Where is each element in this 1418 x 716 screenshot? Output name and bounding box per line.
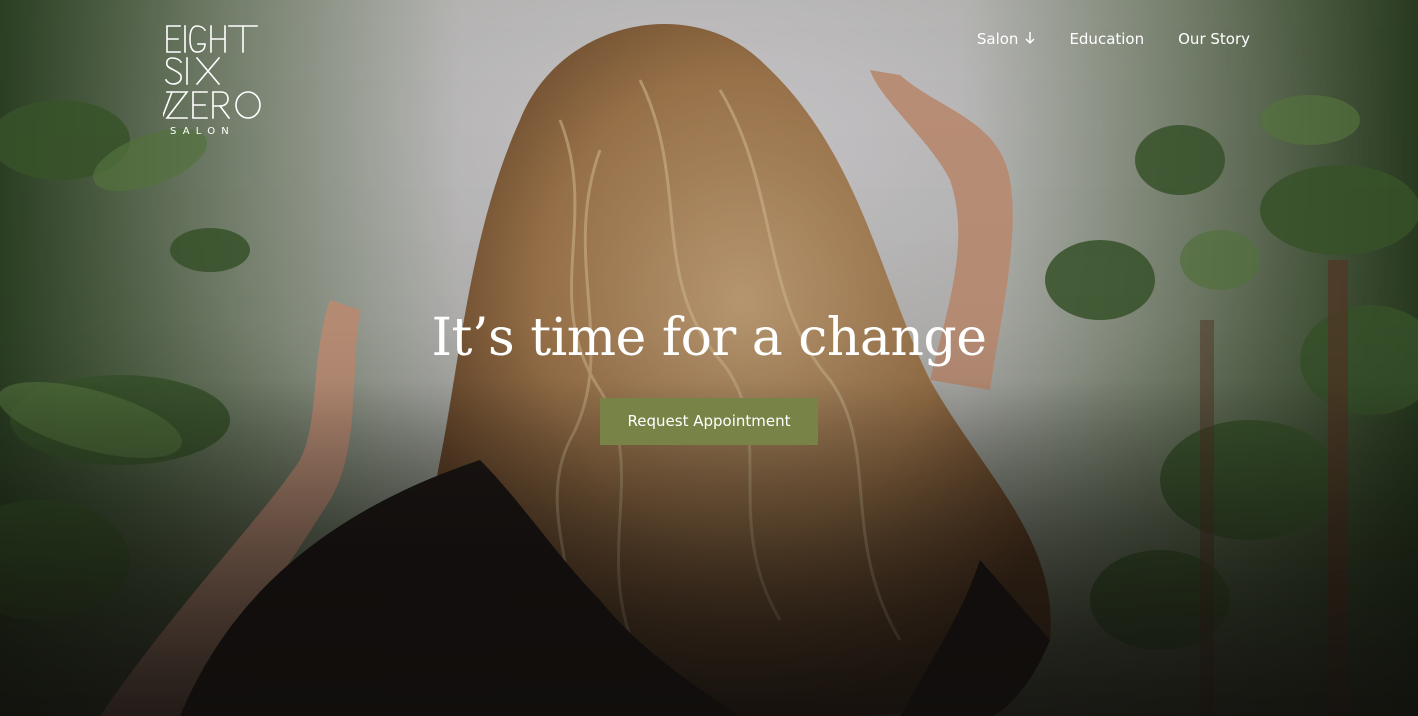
main-nav: Salon Education Our Story [977, 30, 1250, 48]
brand-logo[interactable]: SALON [163, 22, 267, 138]
logo-subtitle: SALON [170, 126, 235, 137]
arrow-down-icon [1025, 31, 1035, 48]
nav-item-label: Salon [976, 30, 1019, 48]
hero-section: SALON Salon Education Our Story It’s tim… [0, 0, 1418, 716]
nav-item-our-story[interactable]: Our Story [1144, 30, 1250, 48]
nav-item-label: Our Story [1178, 30, 1250, 48]
hero-content: It’s time for a change Request Appointme… [0, 304, 1418, 445]
request-appointment-button[interactable]: Request Appointment [599, 398, 819, 445]
nav-item-salon[interactable]: Salon [977, 30, 1036, 48]
nav-item-label: Education [1069, 30, 1145, 48]
hero-headline: It’s time for a change [431, 308, 987, 368]
nav-item-education[interactable]: Education [1035, 30, 1144, 48]
